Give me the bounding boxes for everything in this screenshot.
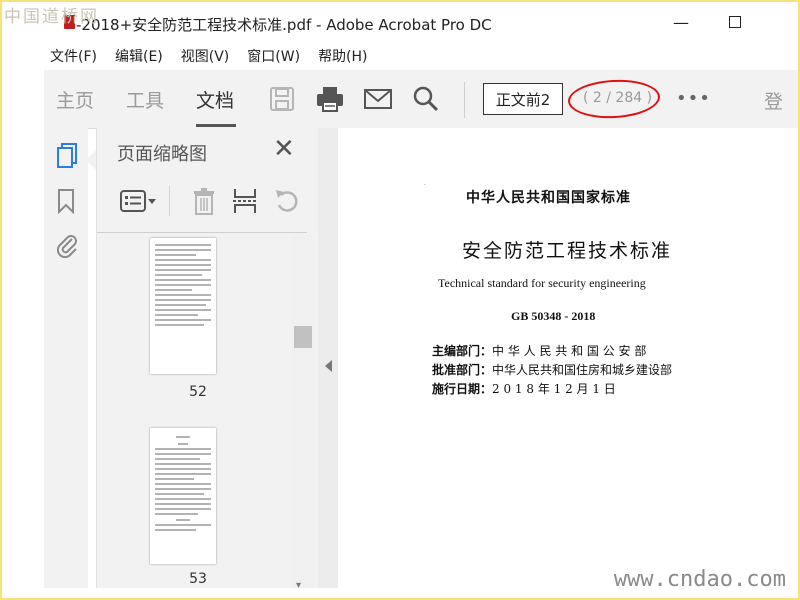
tab-home[interactable]: 主页 (56, 86, 94, 113)
watermark-top: 中国道桥网 (4, 7, 99, 27)
main-toolbar: 主页 工具 文档 正文前2 ( 2 / 284 ) ••• 登 (44, 70, 800, 129)
approval-department-line: 批准部门：中华人民共和国住房和城乡建设部 (432, 361, 672, 378)
page-thumbnail-52[interactable] (150, 238, 216, 374)
tool-separator (169, 186, 170, 216)
line-value: 2 0 1 8 年 1 2 月 1 日 (492, 382, 616, 396)
delete-icon[interactable] (191, 186, 217, 216)
thumbnail-toolbar (97, 178, 319, 228)
attachment-icon[interactable] (56, 232, 78, 259)
collapse-arrow-icon[interactable] (325, 360, 332, 372)
panel-pointer (86, 150, 96, 170)
menu-window[interactable]: 窗口(W) (247, 46, 300, 68)
document-title: 安全防范工程技术标准 (462, 240, 673, 262)
line-value: 中华人民共和国住房和城乡建设部 (492, 363, 673, 377)
document-header: 中华人民共和国国家标准 (466, 190, 631, 206)
menu-bar: 文件(F) 编辑(E) 视图(V) 窗口(W) 帮助(H) (50, 46, 368, 68)
menu-help[interactable]: 帮助(H) (318, 46, 367, 68)
tab-document[interactable]: 文档 (196, 86, 234, 113)
more-tools-button[interactable]: ••• (676, 88, 711, 109)
menu-file[interactable]: 文件(F) (50, 46, 97, 68)
scrollbar-thumb[interactable] (294, 326, 312, 348)
options-menu-icon[interactable] (119, 186, 159, 216)
save-icon[interactable] (266, 83, 298, 115)
effective-date-line: 施行日期：2 0 1 8 年 1 2 月 1 日 (432, 380, 616, 397)
close-icon[interactable]: ✕ (273, 136, 295, 162)
page-thumbnail-53[interactable] (150, 428, 216, 564)
watermark-bottom: www.cndao.com (613, 567, 786, 592)
document-standard-code: GB 50348 - 2018 (511, 309, 596, 323)
line-label: 主编部门： (432, 344, 493, 358)
line-value: 中 华 人 民 共 和 国 公 安 部 (492, 344, 647, 358)
panel-collapse-bar[interactable] (318, 128, 338, 588)
email-icon[interactable] (362, 83, 394, 115)
maximize-button[interactable] (720, 10, 750, 34)
menu-view[interactable]: 视图(V) (181, 46, 230, 68)
line-label: 施行日期： (432, 382, 493, 396)
search-icon[interactable] (410, 83, 442, 115)
thumbnail-page-number: 52 (189, 384, 207, 400)
bookmark-icon[interactable] (56, 188, 78, 215)
panel-title: 页面缩略图 (117, 144, 207, 165)
navigation-rail (44, 128, 88, 588)
thumbnail-scrollbar[interactable] (292, 236, 314, 588)
minimize-button[interactable]: — (666, 10, 696, 34)
pages-icon[interactable] (56, 142, 78, 168)
extract-icon[interactable] (231, 186, 259, 216)
editor-department-line: 主编部门：中 华 人 民 共 和 国 公 安 部 (432, 342, 646, 359)
line-label: 批准部门： (432, 363, 493, 377)
thumbnail-page-number: 53 (189, 571, 207, 587)
title-bar: -2018+安全防范工程技术标准.pdf - Adobe Acrobat Pro… (0, 0, 800, 46)
page-mark: · (424, 182, 426, 189)
rotate-icon[interactable] (273, 186, 301, 216)
menu-edit[interactable]: 编辑(E) (115, 46, 163, 68)
window-title: -2018+安全防范工程技术标准.pdf - Adobe Acrobat Pro… (76, 16, 492, 34)
active-tab-indicator (196, 124, 236, 127)
document-english-title: Technical standard for security engineer… (438, 276, 646, 290)
panel-divider (97, 232, 307, 233)
print-icon[interactable] (314, 83, 346, 115)
sign-in-button[interactable]: 登 (764, 87, 783, 114)
maximize-icon (729, 16, 741, 28)
scroll-down-arrow[interactable]: ▾ (296, 580, 301, 591)
page-number-input[interactable]: 正文前2 (483, 83, 563, 115)
tab-tools[interactable]: 工具 (126, 86, 164, 113)
toolbar-separator (464, 82, 465, 118)
